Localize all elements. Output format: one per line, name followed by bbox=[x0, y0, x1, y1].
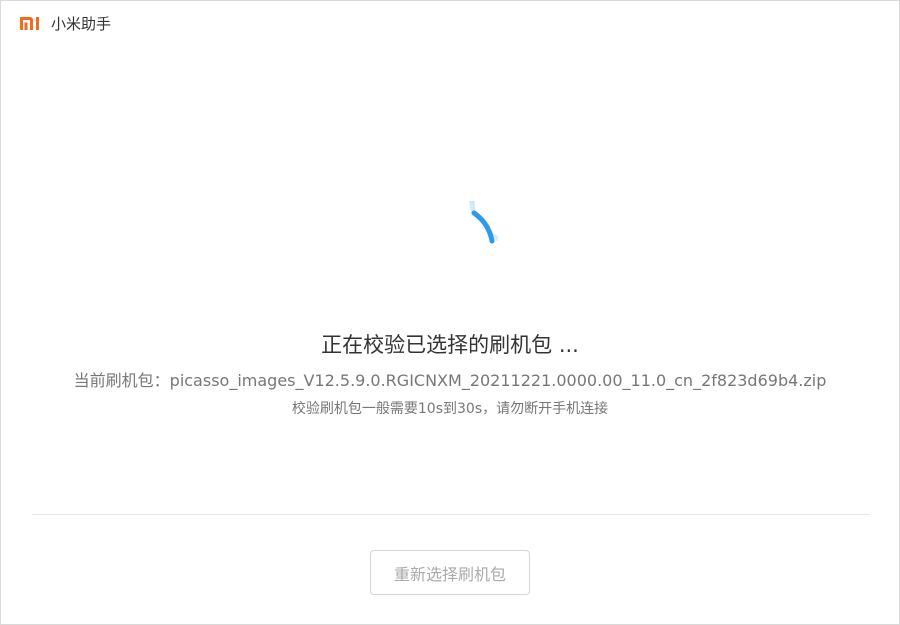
app-title: 小米助手 bbox=[51, 14, 112, 33]
reselect-package-button[interactable]: 重新选择刷机包 bbox=[370, 550, 530, 595]
app-window: 小米助手 正在校验已选择的刷机包 ... 当前刷机包：picasso_image… bbox=[0, 0, 900, 625]
footer-divider bbox=[32, 514, 870, 515]
title-bar: 小米助手 bbox=[19, 12, 111, 34]
verify-duration-hint: 校验刷机包一般需要10s到30s，请勿断开手机连接 bbox=[291, 401, 609, 417]
mi-logo-icon bbox=[19, 13, 45, 33]
current-package-line: 当前刷机包：picasso_images_V12.5.9.0.RGICNXM_2… bbox=[1, 367, 899, 391]
loading-spinner-icon bbox=[404, 155, 559, 295]
verifying-status-title: 正在校验已选择的刷机包 ... bbox=[321, 333, 579, 357]
current-package-name: picasso_images_V12.5.9.0.RGICNXM_2021122… bbox=[169, 371, 827, 390]
current-package-label: 当前刷机包： bbox=[73, 371, 170, 390]
